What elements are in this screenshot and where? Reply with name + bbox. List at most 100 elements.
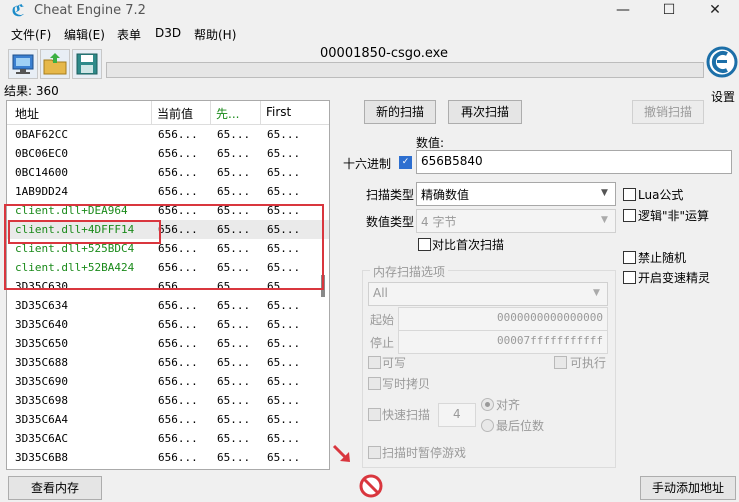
scan-type-value: 精确数值 [421,188,470,202]
table-row[interactable]: 3D35C634 656... 65... 65... [7,296,329,315]
settings-label: 设置 [711,90,736,104]
menu-d3d[interactable]: D3D [155,26,181,40]
cell-first: 65... [267,299,301,312]
cell-address: 1AB9DD24 [15,185,68,198]
cell-address: 3D35C6B8 [15,451,68,464]
menu-help[interactable]: 帮助(H) [194,26,236,43]
value-input[interactable]: 656B5840 [416,150,732,174]
table-row[interactable]: 3D35C650 656... 65... 65... [7,334,329,353]
memory-region-select[interactable]: All ▼ [368,282,608,306]
cell-first: 65... [267,375,301,388]
cell-first: 65... [267,394,301,407]
cell-address: 3D35C690 [15,375,68,388]
undo-scan-button[interactable]: 撤销扫描 [632,100,704,124]
compare-first-checkbox[interactable] [418,238,431,251]
column-address[interactable]: 地址 [15,105,39,122]
writable-checkbox[interactable] [368,356,381,369]
table-row[interactable]: 3D35C6A4 656... 65... 65... [7,410,329,429]
no-random-checkbox[interactable] [623,251,636,264]
table-row[interactable]: 3D35C6AC 656... 65... 65... [7,429,329,448]
column-first[interactable]: First [266,105,291,119]
cell-current: 656... [158,451,198,464]
speedhack-checkbox[interactable] [623,271,636,284]
add-to-list-arrow-button[interactable] [330,442,356,466]
lua-formula-checkbox[interactable] [623,188,636,201]
stop-button[interactable] [359,474,383,498]
not-operation-checkbox[interactable] [623,209,636,222]
fast-scan-label: 快速扫描 [382,408,431,422]
value-type-select[interactable]: 4 字节 ▼ [416,209,616,233]
cell-address: 3D35C634 [15,299,68,312]
open-file-button[interactable] [40,49,70,79]
table-row[interactable]: 3D35C640 656... 65... 65... [7,315,329,334]
cell-current: 656... [158,299,198,312]
cell-current: 656... [158,356,198,369]
new-scan-button[interactable]: 新的扫描 [364,100,436,124]
executable-checkbox[interactable] [554,356,567,369]
table-row[interactable]: 0BC14600 656... 65... 65... [7,163,329,182]
maximize-button[interactable]: ☐ [646,0,692,22]
next-scan-button[interactable]: 再次扫描 [448,100,522,124]
table-row[interactable]: 0BAF62CC 656... 65... 65... [7,125,329,144]
window-title: Cheat Engine 7.2 [34,3,146,18]
cell-current: 656... [158,185,198,198]
memory-scan-options-title: 内存扫描选项 [370,263,449,280]
menu-table[interactable]: 表单 [117,26,141,43]
cell-previous: 65... [217,166,251,179]
table-row[interactable]: 0BC06EC0 656... 65... 65... [7,144,329,163]
table-row[interactable]: 1AB9DD24 656... 65... 65... [7,182,329,201]
cell-current: 656... [158,394,198,407]
close-button[interactable]: ✕ [692,0,738,22]
menu-file[interactable]: 文件(F) [11,26,51,43]
scan-progress-bar [106,62,704,78]
hex-checkbox[interactable]: ✓ [399,156,412,169]
save-button[interactable] [72,49,102,79]
copy-on-write-checkbox[interactable] [368,377,381,390]
fast-scan-checkbox[interactable] [368,408,381,421]
scan-type-label: 扫描类型 [366,188,415,202]
pause-game-label: 扫描时暂停游戏 [382,446,467,460]
table-row[interactable]: 3D35C6B8 656... 65... 65... [7,448,329,467]
add-address-manually-button[interactable]: 手动添加地址 [640,476,736,500]
hex-label: 十六进制 [343,157,392,171]
cell-current: 656... [158,375,198,388]
table-row[interactable]: 3D35C688 656... 65... 65... [7,353,329,372]
table-row[interactable]: 3D35C690 656... 65... 65... [7,372,329,391]
save-disk-icon [76,53,98,75]
fast-scan-input[interactable]: 4 [438,403,476,427]
compare-first-label: 对比首次扫描 [432,238,505,252]
align-radio[interactable] [481,398,494,411]
cell-first: 65... [267,318,301,331]
start-address-input[interactable]: 0000000000000000 [398,307,608,331]
cell-current: 656... [158,318,198,331]
computer-icon [12,54,34,74]
stop-address-input[interactable]: 00007fffffffffff [398,330,608,354]
open-process-button[interactable] [8,49,38,79]
pause-game-checkbox[interactable] [368,446,381,459]
cell-current: 656... [158,413,198,426]
cell-first: 65... [267,185,301,198]
writable-label: 可写 [382,356,407,370]
cell-address: 0BC14600 [15,166,68,179]
menu-edit[interactable]: 编辑(E) [64,26,105,43]
cell-address: 3D35C688 [15,356,68,369]
column-current[interactable]: 当前值 [157,105,193,122]
highlight-module-rows [4,204,324,290]
settings-button[interactable] [705,44,739,84]
scan-type-select[interactable]: 精确数值 ▼ [416,182,616,206]
results-count: 结果: 360 [4,84,59,98]
start-address-value: 0000000000000000 [497,311,603,324]
last-digits-radio[interactable] [481,419,494,432]
view-memory-button[interactable]: 查看内存 [8,476,102,500]
cell-previous: 65... [217,394,251,407]
minimize-button[interactable]: — [600,0,646,22]
table-row[interactable]: 3D35C698 656... 65... 65... [7,391,329,410]
list-scrollbar[interactable] [319,125,327,469]
column-previous[interactable]: 先... [216,105,239,122]
cell-current: 656... [158,147,198,160]
last-digits-label: 最后位数 [496,419,545,433]
cell-current: 656... [158,337,198,350]
cell-first: 65... [267,337,301,350]
chevron-down-icon: ▼ [601,188,608,198]
stop-address-value: 00007fffffffffff [497,334,603,347]
